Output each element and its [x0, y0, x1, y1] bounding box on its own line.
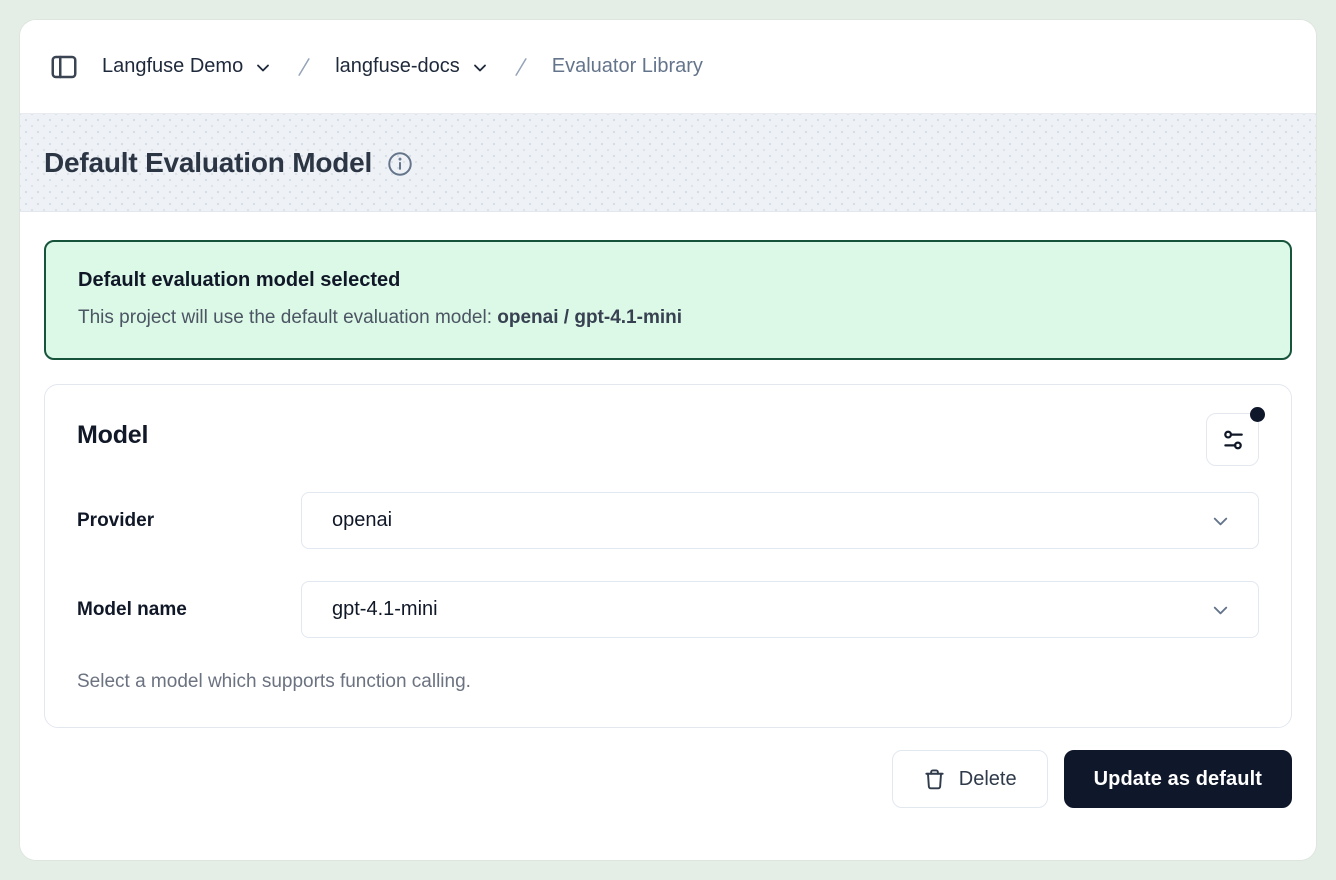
default-model-alert: Default evaluation model selected This p…: [44, 240, 1292, 360]
model-name-select[interactable]: gpt-4.1-mini: [301, 581, 1259, 638]
advanced-settings-button[interactable]: [1206, 413, 1259, 466]
page-title: Default Evaluation Model: [44, 147, 372, 179]
alert-model-name: openai / gpt-4.1-mini: [497, 307, 682, 328]
sidebar-toggle-button[interactable]: [44, 47, 84, 87]
model-card-title: Model: [77, 413, 148, 450]
slash-separator-icon: [508, 54, 534, 80]
app-window: Langfuse Demo langfuse-docs: [20, 20, 1316, 860]
model-name-label: Model name: [77, 599, 301, 621]
info-icon[interactable]: [386, 150, 414, 178]
chevron-down-icon: [470, 58, 490, 78]
breadcrumb-bar: Langfuse Demo langfuse-docs: [20, 20, 1316, 114]
page-header: Default Evaluation Model: [20, 114, 1316, 212]
slash-separator-icon: [291, 54, 317, 80]
chevron-down-icon: [1209, 599, 1232, 622]
breadcrumb-current-page: Evaluator Library: [552, 55, 703, 78]
alert-body-text: This project will use the default evalua…: [78, 307, 497, 328]
provider-label: Provider: [77, 510, 301, 532]
sliders-icon: [1220, 427, 1246, 453]
update-button-label: Update as default: [1094, 768, 1262, 791]
provider-select[interactable]: openai: [301, 492, 1259, 549]
breadcrumb-org-label: Langfuse Demo: [102, 55, 243, 78]
breadcrumb-project-dropdown[interactable]: langfuse-docs: [335, 55, 490, 78]
breadcrumb-org-dropdown[interactable]: Langfuse Demo: [102, 55, 273, 78]
action-bar: Delete Update as default: [44, 750, 1292, 808]
provider-select-value: openai: [332, 509, 392, 532]
notification-dot: [1250, 407, 1265, 422]
model-name-select-value: gpt-4.1-mini: [332, 598, 438, 621]
delete-button[interactable]: Delete: [892, 750, 1048, 808]
alert-body: This project will use the default evalua…: [78, 307, 1258, 329]
trash-icon: [923, 768, 946, 791]
chevron-down-icon: [1209, 510, 1232, 533]
chevron-down-icon: [253, 58, 273, 78]
update-as-default-button[interactable]: Update as default: [1064, 750, 1292, 808]
alert-title: Default evaluation model selected: [78, 269, 1258, 292]
main-content: Default evaluation model selected This p…: [20, 212, 1316, 860]
model-card-header: Model: [77, 413, 1259, 466]
breadcrumb-project-label: langfuse-docs: [335, 55, 460, 78]
model-helper-text: Select a model which supports function c…: [77, 671, 1259, 693]
provider-row: Provider openai: [77, 492, 1259, 549]
delete-button-label: Delete: [959, 768, 1017, 791]
panel-left-icon: [49, 52, 79, 82]
model-card: Model Provider openai: [44, 384, 1292, 728]
model-name-row: Model name gpt-4.1-mini: [77, 581, 1259, 638]
